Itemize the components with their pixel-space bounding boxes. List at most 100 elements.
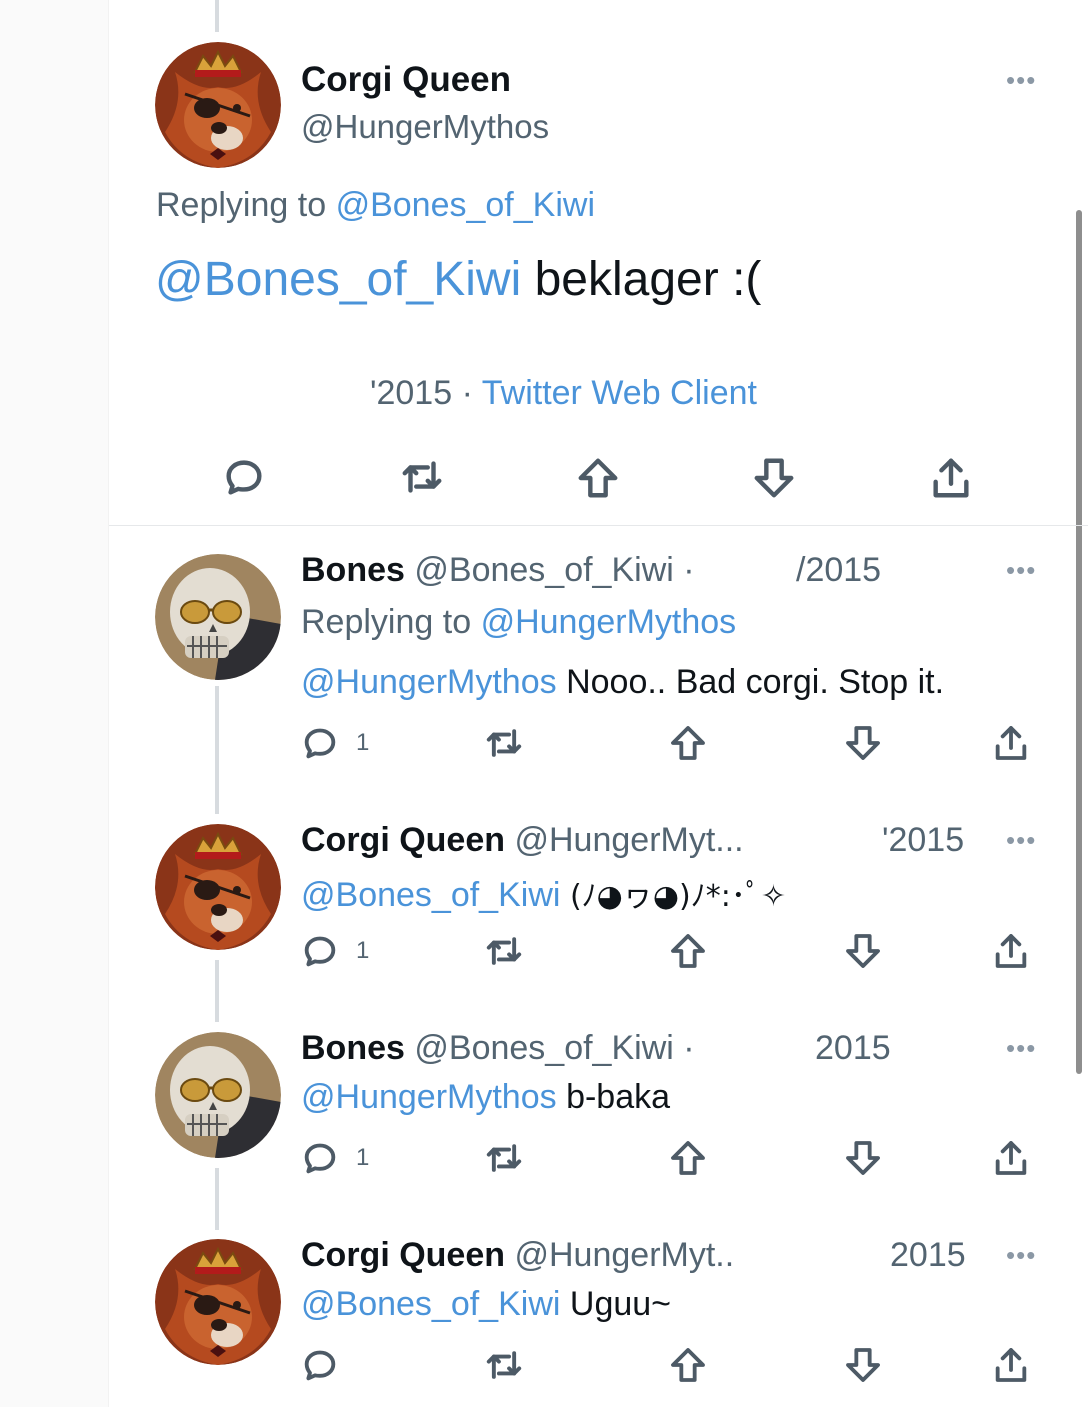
downvote-button[interactable] xyxy=(843,1344,883,1386)
reply-date[interactable]: 2015 xyxy=(815,1029,891,1068)
reply-button[interactable]: 1 xyxy=(300,1137,369,1179)
reply-count: 1 xyxy=(356,1144,370,1171)
replying-prefix: Replying to xyxy=(156,186,327,224)
arrow-up-icon xyxy=(671,1141,705,1175)
thread-line-top xyxy=(215,0,219,32)
tweet-body: beklager :( xyxy=(521,253,762,306)
tweet-body: (ﾉ◕ヮ◕)ﾉ*:･ﾟ✧ xyxy=(560,879,786,914)
reply-actions xyxy=(0,1344,1088,1394)
main-tweet-text: @Bones_of_Kiwi beklager :( xyxy=(155,252,761,307)
replying-prefix: Replying to xyxy=(301,603,472,641)
mention-link[interactable]: @HungerMythos xyxy=(301,663,557,701)
mention-link[interactable]: @Bones_of_Kiwi xyxy=(301,876,560,914)
main-author-name[interactable]: Corgi Queen xyxy=(301,60,511,100)
reply-button[interactable] xyxy=(221,454,267,500)
left-pane xyxy=(0,0,108,1407)
speech-bubble-icon xyxy=(226,460,262,495)
reply-author-name[interactable]: Bones xyxy=(301,551,405,589)
tweet-date: '2015 xyxy=(370,374,453,412)
reply-button[interactable]: 1 xyxy=(300,722,369,764)
more-dots-icon[interactable]: ••• xyxy=(1006,1035,1036,1061)
retweet-button[interactable] xyxy=(482,1344,526,1386)
downvote-button[interactable] xyxy=(751,454,797,502)
downvote-button[interactable] xyxy=(843,1137,883,1179)
reply-button[interactable] xyxy=(300,1344,340,1386)
arrow-down-icon xyxy=(846,726,880,760)
avatar-bones[interactable] xyxy=(155,554,281,680)
reply-button[interactable]: 1 xyxy=(300,930,369,972)
retweet-icon xyxy=(486,1144,522,1172)
downvote-button[interactable] xyxy=(843,930,883,972)
meta-separator: · xyxy=(452,374,482,412)
skull-avatar-image xyxy=(155,554,281,680)
reply-actions: 1 xyxy=(0,722,1088,772)
avatar-corgi-queen[interactable] xyxy=(155,42,281,168)
arrow-up-icon xyxy=(671,1348,705,1382)
reply-author-name[interactable]: Corgi Queen xyxy=(301,821,505,859)
reply-author-handle[interactable]: @HungerMyt... xyxy=(514,821,743,859)
upvote-button[interactable] xyxy=(668,1137,708,1179)
retweet-button[interactable] xyxy=(482,722,526,764)
main-author-handle[interactable]: @HungerMythos xyxy=(301,108,549,146)
retweet-button[interactable] xyxy=(397,454,447,500)
mention-link[interactable]: @Bones_of_Kiwi xyxy=(301,1285,560,1323)
arrow-up-icon xyxy=(671,726,705,760)
share-button[interactable] xyxy=(991,1137,1031,1179)
upvote-button[interactable] xyxy=(668,722,708,764)
arrow-up-icon xyxy=(578,458,618,498)
main-actions xyxy=(0,454,1088,504)
speech-bubble-icon xyxy=(304,728,336,759)
share-icon xyxy=(995,726,1027,760)
reply-author-handle[interactable]: @Bones_of_Kiwi · xyxy=(414,551,694,589)
corgi-avatar-image xyxy=(155,42,281,168)
replying-to-line: Replying to @Bones_of_Kiwi xyxy=(156,186,595,225)
replying-to-line: Replying to @HungerMythos xyxy=(301,603,736,642)
pane-divider xyxy=(108,0,109,1407)
reply-date[interactable]: /2015 xyxy=(796,551,881,590)
share-icon xyxy=(933,458,969,498)
more-dots-icon[interactable]: ••• xyxy=(1006,1242,1036,1268)
reply-text: @HungerMythos b-baka xyxy=(301,1078,670,1117)
more-dots-icon[interactable]: ••• xyxy=(1006,557,1036,583)
tweet-body: Nooo.. Bad corgi. Stop it. xyxy=(556,663,945,701)
replying-to-link[interactable]: @Bones_of_Kiwi xyxy=(336,186,595,224)
reply-count: 1 xyxy=(356,729,370,756)
share-icon xyxy=(995,1141,1027,1175)
share-button[interactable] xyxy=(991,930,1031,972)
reply-text: @Bones_of_Kiwi (ﾉ◕ヮ◕)ﾉ*:･ﾟ✧ xyxy=(301,871,786,915)
downvote-button[interactable] xyxy=(843,722,883,764)
reply-text: @Bones_of_Kiwi Uguu~ xyxy=(301,1285,671,1324)
reply-actions: 1 xyxy=(0,1137,1088,1187)
client-link[interactable]: Twitter Web Client xyxy=(482,374,757,412)
arrow-down-icon xyxy=(846,934,880,968)
share-button[interactable] xyxy=(991,1344,1031,1386)
speech-bubble-icon xyxy=(304,1143,336,1174)
tweet-body: Uguu~ xyxy=(560,1285,672,1323)
upvote-button[interactable] xyxy=(668,1344,708,1386)
reply-author-handle[interactable]: @Bones_of_Kiwi · xyxy=(414,1029,694,1067)
reply-actions: 1 xyxy=(0,930,1088,980)
upvote-button[interactable] xyxy=(668,930,708,972)
upvote-button[interactable] xyxy=(575,454,621,502)
reply-author-name[interactable]: Bones xyxy=(301,1029,405,1067)
more-dots-icon[interactable]: ••• xyxy=(1006,67,1036,93)
retweet-button[interactable] xyxy=(482,930,526,972)
retweet-icon xyxy=(486,937,522,965)
retweet-button[interactable] xyxy=(482,1137,526,1179)
share-button[interactable] xyxy=(991,722,1031,764)
mention-link[interactable]: @Bones_of_Kiwi xyxy=(155,253,521,306)
reply-header: Corgi Queen @HungerMyt.. xyxy=(301,1236,734,1275)
replying-to-link[interactable]: @HungerMythos xyxy=(481,603,737,641)
reply-date[interactable]: '2015 xyxy=(882,821,964,860)
share-icon xyxy=(995,934,1027,968)
reply-author-name[interactable]: Corgi Queen xyxy=(301,1236,505,1274)
speech-bubble-icon xyxy=(304,1350,336,1381)
share-button[interactable] xyxy=(928,454,974,502)
reply-author-handle[interactable]: @HungerMyt.. xyxy=(514,1236,734,1274)
mention-link[interactable]: @HungerMythos xyxy=(301,1078,557,1116)
speech-bubble-icon xyxy=(304,936,336,967)
share-icon xyxy=(995,1348,1027,1382)
reply-header: Bones @Bones_of_Kiwi · xyxy=(301,1029,695,1068)
reply-date[interactable]: 2015 xyxy=(890,1236,966,1275)
more-dots-icon[interactable]: ••• xyxy=(1006,827,1036,853)
